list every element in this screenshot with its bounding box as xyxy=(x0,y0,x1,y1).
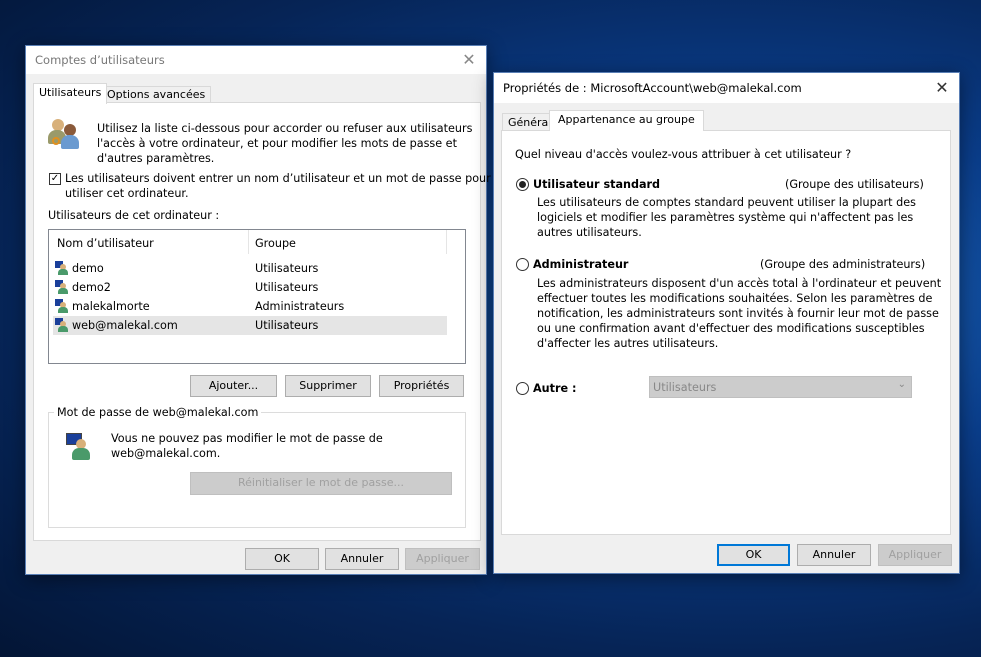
access-question: Quel niveau d'accès voulez-vous attribue… xyxy=(515,148,852,161)
user-name: web@malekal.com xyxy=(72,319,178,332)
user-computer-icon xyxy=(66,433,92,461)
intro-text: l'accès à votre ordinateur, et pour modi… xyxy=(97,137,457,150)
apply-button[interactable]: Appliquer xyxy=(405,548,480,570)
administrator-desc: d'affecter les autres utilisateurs. xyxy=(537,337,719,350)
standard-user-radio[interactable] xyxy=(516,178,529,191)
administrator-desc: Les administrateurs disposent d'un accès… xyxy=(537,277,942,290)
cancel-button[interactable]: Annuler xyxy=(797,544,871,566)
properties-button[interactable]: Propriétés xyxy=(379,375,464,397)
standard-user-group: (Groupe des utilisateurs) xyxy=(785,178,924,191)
tab-users[interactable]: Utilisateurs xyxy=(33,83,108,104)
user-group: Utilisateurs xyxy=(255,319,319,332)
column-header-group[interactable]: Groupe xyxy=(255,236,296,251)
administrator-label[interactable]: Administrateur xyxy=(533,257,628,272)
user-properties-dialog: Propriétés de : MicrosoftAccount\web@mal… xyxy=(493,72,960,574)
tab-advanced[interactable]: Options avancées xyxy=(101,86,212,103)
user-icon xyxy=(55,318,69,332)
table-row[interactable]: demo2 Utilisateurs xyxy=(53,278,447,297)
column-header-name[interactable]: Nom d’utilisateur xyxy=(57,236,154,251)
user-name: demo2 xyxy=(72,281,111,294)
close-icon[interactable]: ✕ xyxy=(931,77,953,99)
other-label[interactable]: Autre : xyxy=(533,381,576,396)
standard-user-desc: logiciels et modifier les paramètres sys… xyxy=(537,211,914,224)
password-group-title: Mot de passe de web@malekal.com xyxy=(54,405,262,420)
table-row[interactable]: demo Utilisateurs xyxy=(53,259,447,278)
users-list[interactable]: Nom d’utilisateur Groupe demo Utilisateur… xyxy=(48,229,466,364)
administrator-radio[interactable] xyxy=(516,258,529,271)
dialog-title: Comptes d’utilisateurs xyxy=(35,53,165,67)
standard-user-label[interactable]: Utilisateur standard xyxy=(533,177,660,192)
standard-user-desc: Les utilisateurs de comptes standard peu… xyxy=(537,196,916,209)
user-icon xyxy=(55,261,69,275)
user-name: demo xyxy=(72,262,104,275)
table-row[interactable]: malekalmorte Administrateurs xyxy=(53,297,447,316)
user-icon xyxy=(55,299,69,313)
table-row[interactable]: web@malekal.com Utilisateurs xyxy=(53,316,447,335)
add-button[interactable]: Ajouter... xyxy=(190,375,277,397)
user-group: Utilisateurs xyxy=(255,262,319,275)
close-icon[interactable]: ✕ xyxy=(458,49,480,71)
intro-text: d'autres paramètres. xyxy=(97,152,215,165)
require-login-label[interactable]: utiliser cet ordinateur. xyxy=(65,186,491,201)
user-icon xyxy=(55,280,69,294)
administrator-group: (Groupe des administrateurs) xyxy=(760,258,926,271)
chevron-down-icon: ⌄ xyxy=(897,379,906,390)
password-info: web@malekal.com. xyxy=(111,447,221,460)
ok-button[interactable]: OK xyxy=(245,548,319,570)
title-bar: Propriétés de : MicrosoftAccount\web@mal… xyxy=(494,73,959,103)
user-group: Utilisateurs xyxy=(255,281,319,294)
ok-button[interactable]: OK xyxy=(717,544,790,566)
users-keys-icon xyxy=(48,119,80,151)
other-radio[interactable] xyxy=(516,382,529,395)
cancel-button[interactable]: Annuler xyxy=(325,548,399,570)
user-accounts-dialog: Comptes d’utilisateurs ✕ Utilisateurs Op… xyxy=(25,45,491,575)
remove-button[interactable]: Supprimer xyxy=(285,375,371,397)
administrator-desc: effectuer toutes les modifications souha… xyxy=(537,292,933,305)
apply-button[interactable]: Appliquer xyxy=(878,544,952,566)
users-list-label: Utilisateurs de cet ordinateur : xyxy=(48,209,220,222)
administrator-desc: notification, les administrateurs sont i… xyxy=(537,307,939,320)
password-groupbox xyxy=(48,412,466,528)
intro-text: Utilisez la liste ci-dessous pour accord… xyxy=(97,122,473,135)
dropdown-value: Utilisateurs xyxy=(653,381,717,394)
administrator-desc: ou une confirmation avant d'effectuer de… xyxy=(537,322,925,335)
password-info: Vous ne pouvez pas modifier le mot de pa… xyxy=(111,432,383,445)
title-bar: Comptes d’utilisateurs ✕ xyxy=(26,46,486,74)
user-group: Administrateurs xyxy=(255,300,345,313)
tab-group-membership[interactable]: Appartenance au groupe xyxy=(549,110,704,131)
reset-password-button[interactable]: Réinitialiser le mot de passe... xyxy=(190,472,452,495)
tab-panel: Quel niveau d'accès voulez-vous attribue… xyxy=(501,130,951,535)
user-name: malekalmorte xyxy=(72,300,150,313)
dialog-title: Propriétés de : MicrosoftAccount\web@mal… xyxy=(503,81,802,95)
tab-panel: Utilisez la liste ci-dessous pour accord… xyxy=(33,102,491,541)
require-login-label[interactable]: Les utilisateurs doivent entrer un nom d… xyxy=(65,171,491,186)
standard-user-desc: autres utilisateurs. xyxy=(537,226,642,239)
other-group-dropdown[interactable]: Utilisateurs ⌄ xyxy=(649,376,912,398)
require-login-checkbox[interactable]: ✓ xyxy=(49,173,61,185)
